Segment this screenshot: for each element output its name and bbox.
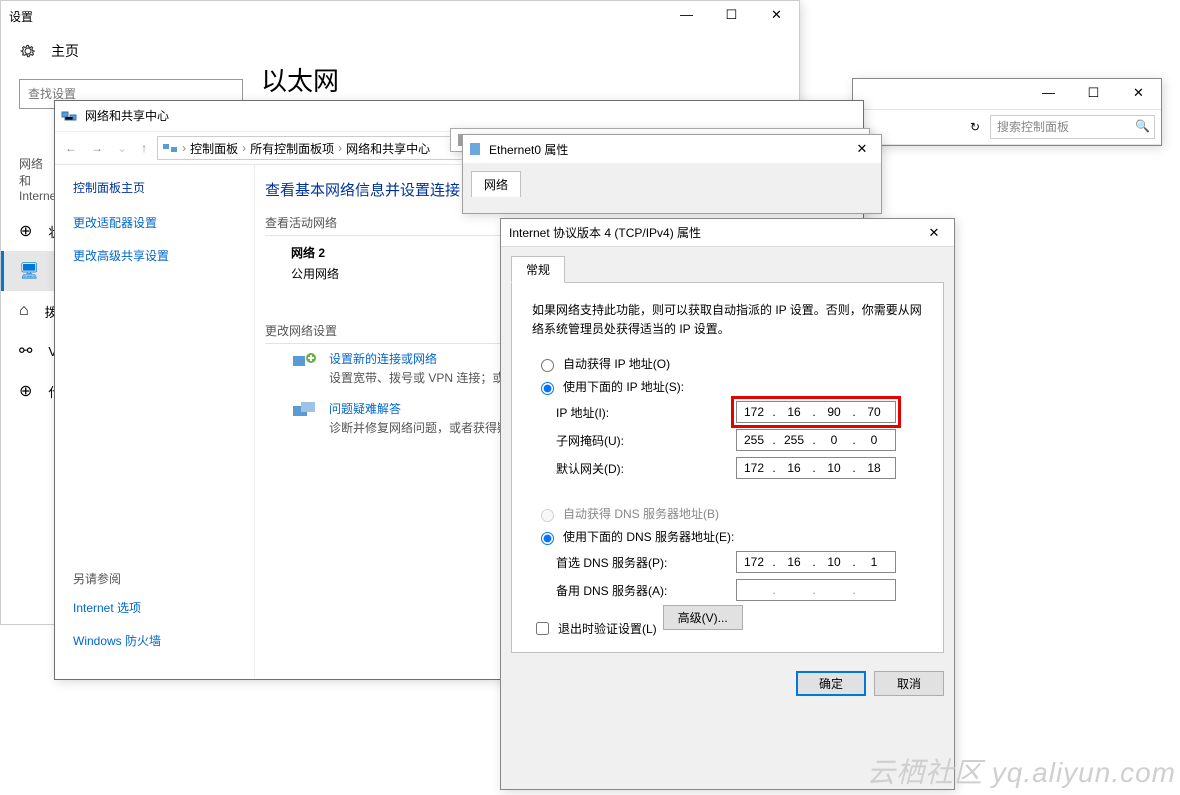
gear-icon [19, 42, 37, 60]
ethernet-properties-window: Ethernet0 属性 ✕ 网络 [462, 134, 882, 214]
nav-item-ethernet[interactable]: 🖥以太网 [1, 251, 54, 291]
settings-title: 设置 [1, 8, 664, 25]
ok-button[interactable]: 确定 [796, 671, 866, 696]
page-title: 以太网 [261, 31, 339, 109]
dns1-input[interactable]: . . . [736, 551, 896, 573]
maximize-button[interactable]: ☐ [1071, 80, 1116, 108]
settings-home[interactable]: 主页 [19, 41, 243, 61]
up-button[interactable]: ↑ [137, 141, 151, 155]
window-controls: — ☐ ✕ [664, 2, 799, 30]
settings-home-label: 主页 [51, 41, 79, 61]
ncs-left-panel: 控制面板主页 更改适配器设置 更改高级共享设置 另请参阅 Internet 选项… [55, 165, 255, 679]
see-also-label: 另请参阅 [73, 570, 236, 587]
network-icon [162, 140, 178, 156]
back-button[interactable]: ← [61, 141, 81, 155]
auto-ip-radio-input[interactable] [541, 359, 554, 372]
use-ip-radio[interactable]: 使用下面的 IP 地址(S): [536, 378, 923, 395]
crumb-item[interactable]: 网络和共享中心 [346, 140, 430, 157]
auto-ip-radio[interactable]: 自动获得 IP 地址(O) [536, 355, 923, 372]
control-panel-home-link[interactable]: 控制面板主页 [73, 179, 236, 196]
close-button[interactable]: ✕ [843, 136, 881, 162]
gateway-input[interactable]: . . . [736, 457, 896, 479]
ipv4-properties-window: Internet 协议版本 4 (TCP/IPv4) 属性 ✕ 常规 如果网络支… [500, 218, 955, 790]
dns2-label: 备用 DNS 服务器(A): [556, 582, 736, 599]
nav-item-status[interactable]: ⊕状态 [1, 211, 54, 251]
nav-section-label: 网络和 Internet [1, 135, 54, 211]
nav-item-proxy[interactable]: ⊕代理 [1, 371, 54, 411]
tab-network[interactable]: 网络 [471, 171, 521, 197]
close-button[interactable]: ✕ [1116, 80, 1161, 108]
ip-address-input[interactable]: . . . [736, 401, 896, 423]
cancel-button[interactable]: 取消 [874, 671, 944, 696]
ethernet-icon: 🖥 [19, 261, 37, 281]
use-dns-radio[interactable]: 使用下面的 DNS 服务器地址(E): [536, 528, 923, 545]
minimize-button[interactable]: — [664, 2, 709, 30]
tab-general[interactable]: 常规 [511, 256, 565, 283]
subnet-mask-input[interactable]: . . . [736, 429, 896, 451]
minimize-button[interactable]: — [1026, 80, 1071, 108]
vpn-icon: ⚯ [19, 341, 32, 361]
advanced-button[interactable]: 高级(V)... [663, 605, 743, 630]
forward-button[interactable]: → [87, 141, 107, 155]
dialup-icon: ⌂ [19, 302, 29, 320]
status-icon: ⊕ [19, 221, 32, 241]
eth-props-title: Ethernet0 属性 [483, 141, 843, 158]
validate-checkbox[interactable] [536, 622, 549, 635]
change-sharing-link[interactable]: 更改高级共享设置 [73, 247, 236, 264]
ncs-title: 网络和共享中心 [77, 107, 863, 124]
explorer-address-bar: ⌄ ↻ 搜索控制面板 🔍 [853, 109, 1161, 145]
ip-address-label: IP 地址(I): [556, 404, 736, 421]
close-button[interactable]: ✕ [754, 2, 799, 30]
use-dns-radio-input[interactable] [541, 532, 554, 545]
search-icon: 🔍 [1135, 119, 1150, 133]
nav-item-dialup[interactable]: ⌂拨号 [1, 291, 54, 331]
close-button[interactable]: ✕ [914, 220, 954, 246]
crumb-item[interactable]: 控制面板 [190, 140, 238, 157]
nav-item-vpn[interactable]: ⚯VPN [1, 331, 54, 371]
proxy-icon: ⊕ [19, 381, 32, 401]
validate-label: 退出时验证设置(L) [558, 620, 657, 637]
setup-connection-icon [291, 350, 319, 374]
ipv4-title: Internet 协议版本 4 (TCP/IPv4) 属性 [501, 224, 914, 241]
refresh-button[interactable]: ↻ [964, 120, 986, 134]
troubleshoot-icon [291, 400, 319, 424]
dns2-input[interactable]: . . . [736, 579, 896, 601]
auto-dns-radio-input [541, 509, 554, 522]
address-dropdown[interactable]: ⌄ [859, 120, 960, 134]
settings-titlebar: 设置 — ☐ ✕ [1, 1, 799, 31]
maximize-button[interactable]: ☐ [709, 2, 754, 30]
windows-firewall-link[interactable]: Windows 防火墙 [73, 632, 236, 649]
auto-dns-radio: 自动获得 DNS 服务器地址(B) [536, 505, 923, 522]
network-icon [61, 108, 77, 124]
recent-dropdown[interactable]: ⌄ [113, 141, 131, 155]
crumb-item[interactable]: 所有控制面板项 [250, 140, 334, 157]
adapter-icon [467, 141, 483, 157]
settings-nav: 网络和 Internet ⊕状态 🖥以太网 ⌂拨号 ⚯VPN ⊕代理 [0, 135, 54, 625]
gateway-label: 默认网关(D): [556, 460, 736, 477]
explorer-titlebar: — ☐ ✕ [853, 79, 1161, 109]
dns1-label: 首选 DNS 服务器(P): [556, 554, 736, 571]
explorer-window: — ☐ ✕ ⌄ ↻ 搜索控制面板 🔍 [852, 78, 1162, 146]
subnet-mask-label: 子网掩码(U): [556, 432, 736, 449]
internet-options-link[interactable]: Internet 选项 [73, 599, 236, 616]
change-adapter-link[interactable]: 更改适配器设置 [73, 214, 236, 231]
ip-highlight: . . . [731, 396, 901, 428]
use-ip-radio-input[interactable] [541, 382, 554, 395]
ipv4-description: 如果网络支持此功能，则可以获取自动指派的 IP 设置。否则，你需要从网络系统管理… [532, 301, 923, 339]
explorer-search-input[interactable]: 搜索控制面板 🔍 [990, 115, 1155, 139]
